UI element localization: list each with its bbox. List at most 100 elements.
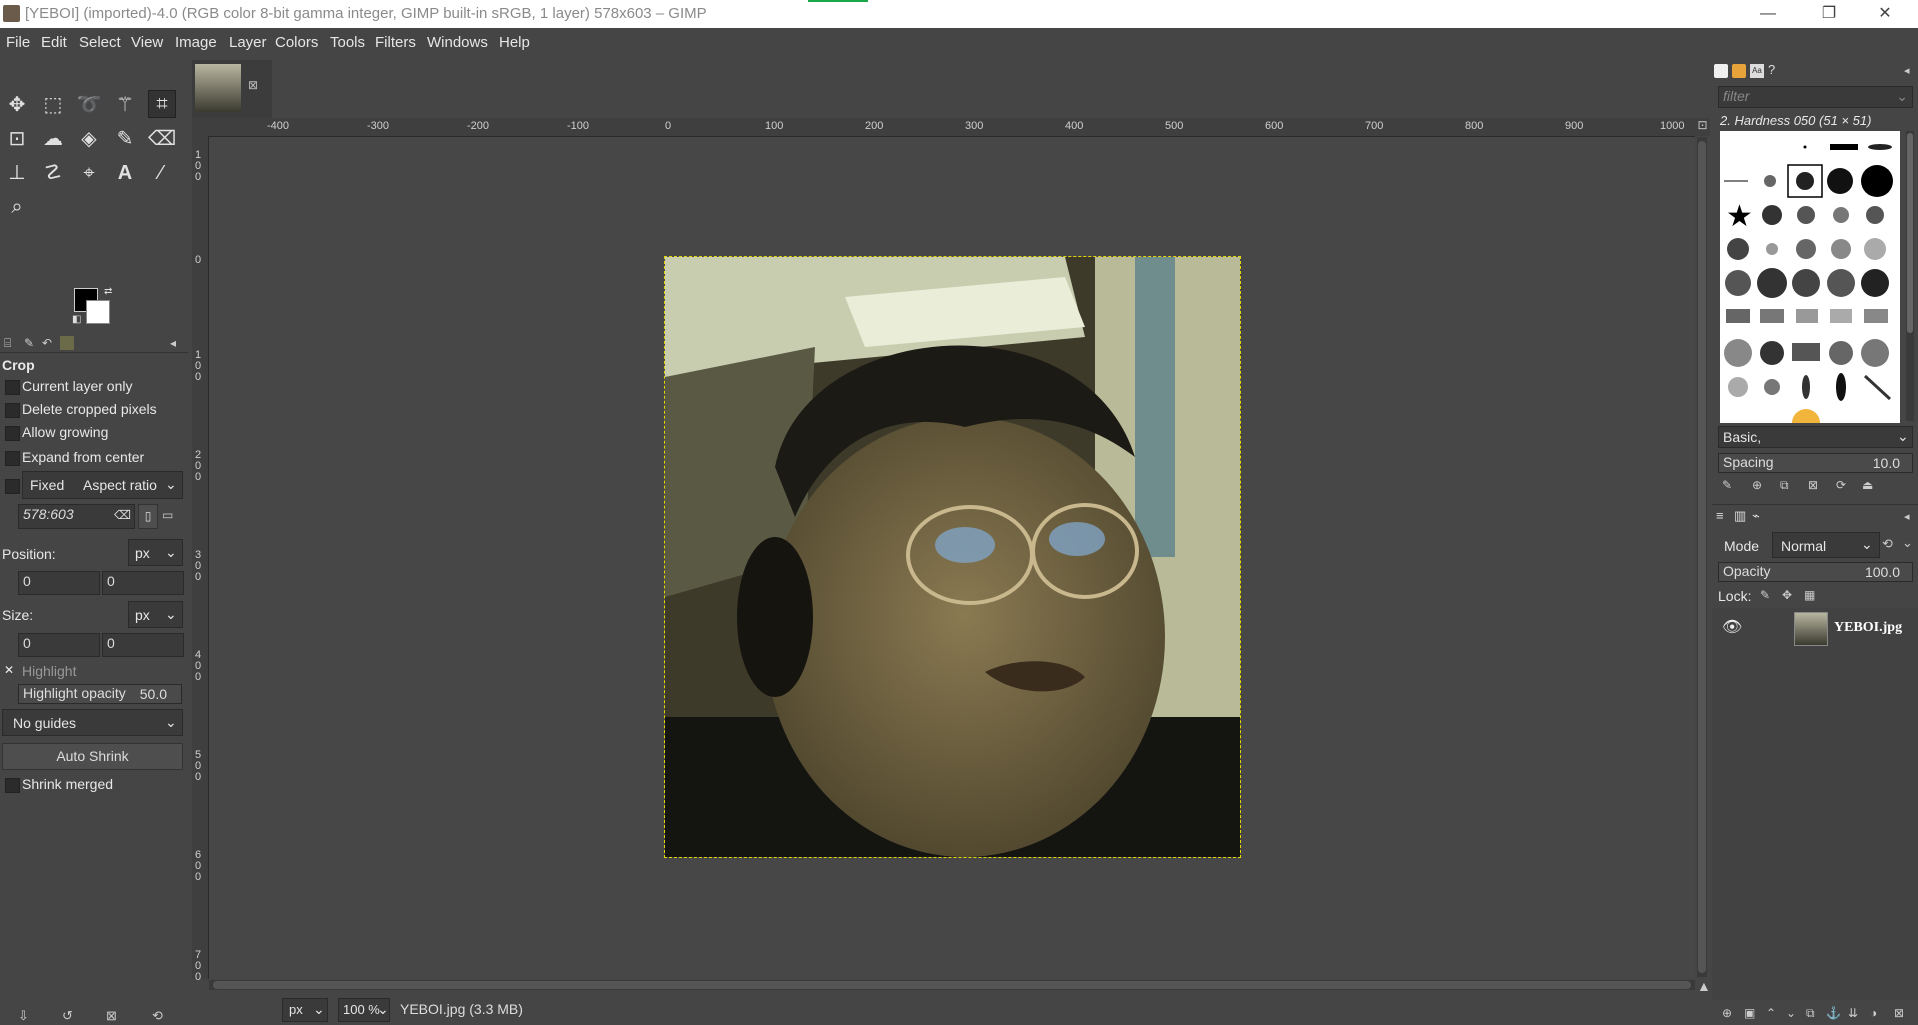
current-layer-only-checkbox[interactable] [5,380,20,395]
zoom-tool-icon[interactable]: ⌕ [4,194,30,220]
menu-select[interactable]: Select [79,34,121,51]
bucket-fill-tool-icon[interactable]: ◈ [76,126,102,152]
delete-brush-icon[interactable]: ⊠ [1808,478,1818,492]
horizontal-scrollbar[interactable] [209,980,1695,990]
help-tab-icon[interactable]: ? [1768,62,1775,77]
highlight-opacity-slider[interactable]: Highlight opacity 50.0 [18,684,182,704]
rect-select-tool-icon[interactable]: ⬚ [40,92,66,118]
brushes-tab-icon[interactable] [1714,64,1728,78]
restore-options-icon[interactable]: ↺ [62,1008,73,1024]
device-status-tab-icon[interactable]: ✎ [24,336,34,350]
background-color-swatch[interactable] [86,300,110,324]
auto-shrink-button[interactable]: Auto Shrink [2,743,183,770]
unit-dropdown[interactable]: px ⌄ [282,998,328,1022]
size-h-input[interactable]: 0 [102,633,184,657]
fonts-tab-icon[interactable]: Aa [1750,64,1764,78]
menu-filters[interactable]: Filters [375,34,416,51]
layer-opacity-slider[interactable]: Opacity 100.0 [1718,562,1913,582]
guides-dropdown[interactable]: No guides ⌄ [2,709,183,736]
menu-image[interactable]: Image [175,34,217,51]
maximize-button[interactable]: ❐ [1806,2,1852,26]
configure-tab-icon[interactable]: ◂ [170,336,176,350]
allow-growing-checkbox[interactable] [5,426,20,441]
layer-name[interactable]: YEBOI.jpg [1834,620,1902,636]
position-x-input[interactable]: 0 [18,571,100,595]
text-tool-icon[interactable]: A [112,160,138,186]
layer-row[interactable]: 👁 YEBOI.jpg [1712,608,1918,648]
shrink-merged-checkbox[interactable] [5,778,20,793]
layer-mode-dropdown[interactable]: Normal ⌄ [1772,532,1880,558]
anchor-layer-icon[interactable]: ⚓ [1826,1006,1841,1020]
layers-tab-icon[interactable]: ≡ [1716,508,1724,523]
lock-position-icon[interactable]: ✥ [1782,588,1792,602]
default-colors-icon[interactable]: ◧ [72,314,81,325]
tool-options-tab-icon[interactable]: ⌸ [4,336,11,351]
clone-tool-icon[interactable]: ⊥ [4,160,30,186]
menu-layer[interactable]: Layer [229,34,267,51]
lasso-tool-icon[interactable]: ➰ [76,92,102,118]
menu-help[interactable]: Help [499,34,530,51]
quick-mask-corner[interactable] [192,118,205,136]
clear-icon[interactable]: ⌫ [114,508,131,522]
position-y-input[interactable]: 0 [102,571,184,595]
refresh-brushes-icon[interactable]: ⟳ [1836,478,1846,492]
image-tab[interactable]: ⊠ [192,60,272,118]
smudge-tool-icon[interactable]: ☡ [40,160,66,186]
menu-colors[interactable]: Colors [275,34,318,51]
landscape-icon[interactable]: ▭ [162,508,173,522]
paths-tool-icon[interactable]: ⌖ [76,160,102,186]
menu-windows[interactable]: Windows [427,34,488,51]
channels-tab-icon[interactable]: ▥ [1734,508,1746,524]
save-options-icon[interactable]: ⇩ [18,1008,29,1024]
size-w-input[interactable]: 0 [18,633,100,657]
new-layer-group-icon[interactable]: ▣ [1744,1006,1755,1020]
undo-history-tab-icon[interactable]: ↶ [42,336,52,350]
horizontal-scrollbar-thumb[interactable] [213,981,1691,989]
images-tab-icon[interactable] [60,336,74,350]
menu-view[interactable]: View [131,34,163,51]
delete-options-icon[interactable]: ⊠ [106,1008,117,1024]
brush-filter-input[interactable]: filter ⌄ [1718,86,1913,108]
lock-alpha-icon[interactable]: ▦ [1804,588,1815,602]
chevron-down-icon[interactable]: ⌄ [1902,535,1913,551]
new-layer-icon[interactable]: ⊕ [1722,1006,1732,1020]
zoom-dropdown[interactable]: 100 % ⌄ [338,998,390,1022]
brush-grid[interactable]: ★ [1720,131,1900,423]
composite-mode-icon[interactable]: ⟲ [1882,536,1893,552]
position-unit-dropdown[interactable]: px ⌄ [128,539,183,566]
swap-colors-icon[interactable]: ⇄ [104,286,112,297]
paintbrush-tool-icon[interactable]: ✎ [112,126,138,152]
navigate-icon[interactable]: ▲ [1697,978,1711,994]
minimize-button[interactable]: — [1745,2,1791,26]
fixed-mode-dropdown[interactable]: Fixed Aspect ratio ⌄ [22,471,183,499]
duplicate-layer-icon[interactable]: ⧉ [1806,1006,1815,1021]
delete-cropped-checkbox[interactable] [5,403,20,418]
expand-center-checkbox[interactable] [5,451,20,466]
portrait-icon[interactable]: ▯ [138,504,158,529]
merge-layer-icon[interactable]: ⇊ [1848,1006,1858,1020]
paths-tab-icon[interactable]: ⌁ [1752,508,1760,524]
close-tab-icon[interactable]: ⊠ [248,78,258,92]
vertical-scrollbar-thumb[interactable] [1698,141,1706,973]
mask-layer-icon[interactable]: ◑ [1870,1006,1877,1020]
warp-tool-icon[interactable]: ☁ [40,126,66,152]
fuzzy-select-tool-icon[interactable]: ⚚ [112,92,138,118]
reset-options-icon[interactable]: ⟲ [152,1008,163,1024]
close-button[interactable]: ✕ [1862,2,1908,26]
crop-tool-icon[interactable]: ⌗ [148,90,176,118]
brush-preset-dropdown[interactable]: Basic, ⌄ [1718,426,1913,448]
configure-tab-icon[interactable]: ◂ [1904,64,1910,77]
configure-tab-icon[interactable]: ◂ [1904,510,1910,523]
brush-grid-scrollbar[interactable] [1906,131,1914,421]
lower-layer-icon[interactable]: ⌄ [1786,1006,1796,1020]
size-unit-dropdown[interactable]: px ⌄ [128,601,183,628]
image-layer-photo[interactable] [664,256,1241,858]
move-tool-icon[interactable]: ✥ [4,92,30,118]
spacing-slider[interactable]: Spacing 10.0 [1718,453,1913,473]
patterns-tab-icon[interactable] [1732,64,1746,78]
aspect-ratio-input[interactable]: 578:603 ⌫ [18,504,135,529]
transform-tool-icon[interactable]: ⊡ [4,126,30,152]
highlight-checkbox[interactable]: ✕ [4,664,17,677]
open-brush-icon[interactable]: ⏏ [1862,478,1873,492]
duplicate-brush-icon[interactable]: ⧉ [1780,478,1789,493]
